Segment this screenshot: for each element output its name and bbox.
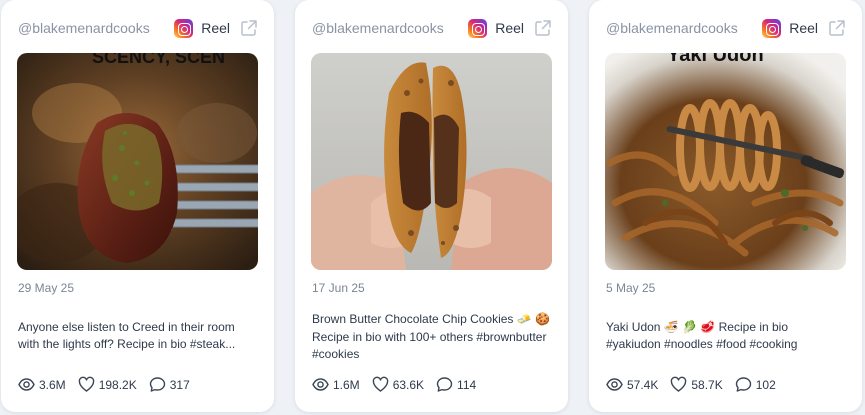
views-count: 1.6M: [333, 377, 360, 392]
post-thumbnail[interactable]: [311, 53, 552, 270]
heart-icon: [372, 376, 388, 392]
post-date: 5 May 25: [606, 281, 656, 295]
external-link-icon[interactable]: [828, 19, 846, 37]
post-card[interactable]: @blakemenardcooks Reel: [295, 0, 568, 412]
account-handle[interactable]: @blakemenardcooks: [312, 20, 468, 36]
heart-icon: [671, 376, 687, 392]
comment-icon: [436, 377, 453, 392]
post-card[interactable]: @blakemenardcooks Reel: [1, 0, 274, 412]
heart-icon: [78, 376, 94, 392]
post-caption: Anyone else listen to Creed in their roo…: [18, 320, 236, 351]
post-stats: 57.4K 58.7K 102: [606, 376, 788, 393]
thumbnail-overlay-text: Yaki Udon: [667, 53, 764, 66]
instagram-icon: [468, 18, 488, 38]
comments-count: 317: [169, 377, 190, 392]
post-stats: 3.6M 198.2K 317: [18, 376, 202, 393]
post-date: 29 May 25: [18, 281, 75, 295]
card-header: @blakemenardcooks Reel: [606, 16, 846, 40]
post-thumbnail[interactable]: SCENCY, SCEN: [17, 53, 258, 270]
post-thumbnail[interactable]: Yaki Udon: [605, 53, 846, 270]
eye-icon: [606, 378, 623, 391]
likes-stat: 198.2K: [78, 376, 137, 393]
eye-icon: [18, 378, 35, 391]
comment-icon: [149, 377, 165, 392]
comments-count: 102: [755, 377, 776, 392]
comments-stat: 102: [735, 376, 776, 393]
instagram-icon: [174, 18, 194, 38]
likes-count: 63.6K: [392, 377, 425, 392]
likes-count: 198.2K: [98, 377, 137, 392]
views-stat: 1.6M: [312, 376, 360, 393]
views-stat: 3.6M: [18, 376, 66, 393]
likes-stat: 63.6K: [372, 376, 424, 393]
post-date: 17 Jun 25: [312, 281, 365, 295]
post-type-label: Reel: [201, 20, 230, 36]
post-stats: 1.6M 63.6K 114: [312, 376, 488, 393]
views-stat: 57.4K: [606, 376, 658, 393]
external-link-icon[interactable]: [240, 19, 258, 37]
instagram-icon: [762, 18, 782, 38]
comments-count: 114: [457, 377, 477, 392]
card-header: @blakemenardcooks Reel: [18, 16, 258, 40]
post-caption: Yaki Udon 🍜 🥬 🥩 Recipe in bio #yakiudon …: [606, 320, 798, 351]
comments-stat: 317: [149, 376, 190, 393]
views-count: 3.6M: [39, 377, 66, 392]
likes-stat: 58.7K: [670, 376, 723, 393]
eye-icon: [312, 378, 329, 391]
account-handle[interactable]: @blakemenardcooks: [606, 20, 762, 36]
post-card[interactable]: @blakemenardcooks Reel: [589, 0, 862, 412]
post-type-label: Reel: [789, 20, 818, 36]
comment-icon: [735, 377, 751, 392]
views-count: 57.4K: [627, 377, 659, 392]
card-header: @blakemenardcooks Reel: [312, 16, 552, 40]
external-link-icon[interactable]: [534, 19, 552, 37]
thumbnail-overlay-text: SCENCY, SCEN: [92, 53, 225, 67]
likes-count: 58.7K: [691, 377, 723, 392]
account-handle[interactable]: @blakemenardcooks: [18, 20, 174, 36]
comments-stat: 114: [436, 376, 476, 393]
post-type-label: Reel: [495, 20, 524, 36]
post-caption: Brown Butter Chocolate Chip Cookies 🧈 🍪 …: [312, 312, 550, 361]
